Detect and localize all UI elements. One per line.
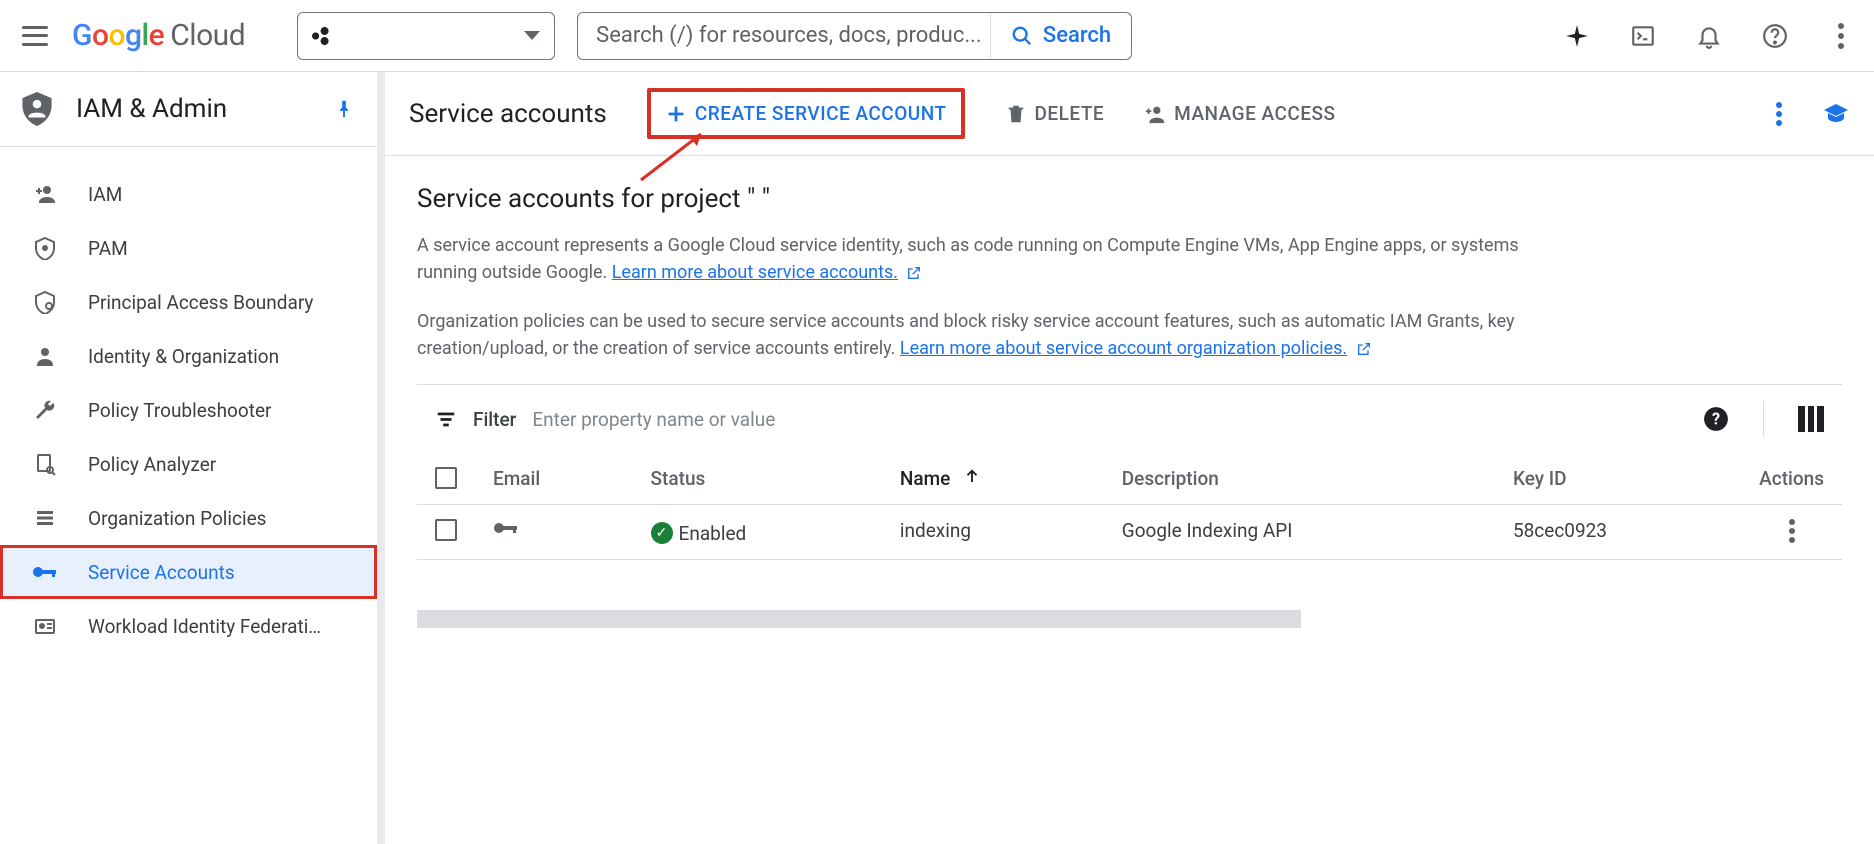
- divider: [1763, 401, 1764, 437]
- search-button[interactable]: Search: [990, 13, 1131, 59]
- col-keyid[interactable]: Key ID: [1495, 453, 1741, 505]
- spark-icon[interactable]: [1564, 23, 1590, 49]
- google-cloud-logo[interactable]: Google Cloud: [72, 18, 245, 53]
- row-actions-menu[interactable]: [1789, 519, 1795, 543]
- sort-asc-icon: [963, 467, 981, 485]
- sidebar-item-pab[interactable]: Principal Access Boundary: [0, 275, 377, 329]
- description-1: A service account represents a Google Cl…: [417, 232, 1537, 286]
- help-icon[interactable]: [1762, 23, 1788, 49]
- page-title: Service accounts: [409, 99, 607, 129]
- wrench-icon: [32, 397, 58, 423]
- create-service-account-button[interactable]: CREATE SERVICE ACCOUNT: [647, 88, 965, 139]
- status-badge: ✓ Enabled: [651, 522, 747, 545]
- content: Service accounts CREATE SERVICE ACCOUNT …: [385, 72, 1874, 844]
- sidebar-item-troubleshooter[interactable]: Policy Troubleshooter: [0, 383, 377, 437]
- col-actions: Actions: [1741, 453, 1842, 505]
- horizontal-scrollbar[interactable]: [417, 610, 1301, 628]
- pin-icon[interactable]: [333, 96, 355, 122]
- logo-google: Google: [72, 18, 164, 53]
- column-display-icon[interactable]: [1798, 406, 1824, 432]
- row-checkbox[interactable]: [435, 519, 457, 541]
- col-description[interactable]: Description: [1104, 453, 1495, 505]
- col-name[interactable]: Name: [882, 453, 1104, 505]
- project-icon: [312, 27, 330, 45]
- manage-access-button[interactable]: MANAGE ACCESS: [1144, 102, 1335, 125]
- external-link-icon: [906, 265, 922, 281]
- filter-input[interactable]: Enter property name or value: [532, 408, 1687, 431]
- sidebar-item-pam[interactable]: PAM: [0, 221, 377, 275]
- filter-icon: [435, 408, 457, 430]
- page-action-bar: Service accounts CREATE SERVICE ACCOUNT …: [385, 72, 1874, 156]
- shield-icon: [32, 235, 58, 261]
- sidebar-header: IAM & Admin: [0, 72, 377, 147]
- top-icon-row: [1564, 23, 1854, 49]
- service-accounts-table: Filter Enter property name or value ? Em…: [417, 384, 1842, 628]
- logo-cloud: Cloud: [170, 18, 245, 53]
- search-bar[interactable]: Search (/) for resources, docs, produc..…: [577, 12, 1132, 60]
- select-all-checkbox[interactable]: [435, 467, 457, 489]
- table-row[interactable]: ✓ Enabled indexing Google Indexing API 5…: [417, 505, 1842, 560]
- main-content: Service accounts for project " " A servi…: [385, 156, 1874, 656]
- plus-icon: [665, 103, 687, 125]
- filter-label: Filter: [473, 408, 516, 431]
- cloud-shell-icon[interactable]: [1630, 23, 1656, 49]
- top-bar: Google Cloud Search (/) for resources, d…: [0, 0, 1874, 72]
- person-plus-icon: [32, 181, 58, 207]
- sidebar-item-iam[interactable]: IAM: [0, 167, 377, 221]
- iam-admin-icon: [22, 92, 52, 126]
- sidebar-nav: IAM PAM Principal Access Boundary Identi…: [0, 147, 377, 673]
- page-more-icon[interactable]: [1776, 102, 1782, 126]
- external-link-icon: [1356, 341, 1372, 357]
- row-description: Google Indexing API: [1104, 505, 1495, 560]
- search-placeholder: Search (/) for resources, docs, produc..…: [596, 23, 990, 48]
- learn-more-org-policies-link[interactable]: Learn more about service account organiz…: [900, 338, 1347, 359]
- delete-button[interactable]: DELETE: [1005, 102, 1105, 125]
- sidebar-item-orgpolicies[interactable]: Organization Policies: [0, 491, 377, 545]
- sidebar-item-service-accounts[interactable]: Service Accounts: [0, 545, 377, 599]
- sidebar: IAM & Admin IAM PAM Principal Access Bou…: [0, 72, 385, 844]
- chevron-down-icon: [524, 31, 540, 40]
- sidebar-item-analyzer[interactable]: Policy Analyzer: [0, 437, 377, 491]
- learn-icon[interactable]: [1822, 102, 1850, 126]
- description-2: Organization policies can be used to sec…: [417, 308, 1537, 362]
- account-icon: [32, 343, 58, 369]
- sidebar-item-wif[interactable]: Workload Identity Federati…: [0, 599, 377, 653]
- id-card-icon: [32, 613, 58, 639]
- more-icon[interactable]: [1828, 23, 1854, 49]
- filter-help-icon[interactable]: ?: [1703, 406, 1729, 432]
- col-email[interactable]: Email: [475, 453, 633, 505]
- sidebar-title: IAM & Admin: [76, 94, 309, 124]
- list-icon: [32, 505, 58, 531]
- person-plus-icon: [1144, 103, 1166, 125]
- notifications-icon[interactable]: [1696, 23, 1722, 49]
- shield-outline-icon: [32, 289, 58, 315]
- key-icon: [32, 559, 58, 585]
- row-keyid: 58cec0923: [1495, 505, 1741, 560]
- svg-text:?: ?: [1712, 409, 1720, 428]
- search-icon: [1011, 25, 1033, 47]
- project-selector[interactable]: [297, 12, 555, 60]
- table-header-row: Email Status Name Description Key ID Act…: [417, 453, 1842, 505]
- check-circle-icon: ✓: [651, 522, 673, 544]
- trash-icon: [1005, 103, 1027, 125]
- sidebar-item-identity[interactable]: Identity & Organization: [0, 329, 377, 383]
- service-account-key-icon: [493, 519, 521, 537]
- doc-search-icon: [32, 451, 58, 477]
- menu-icon[interactable]: [20, 21, 50, 51]
- learn-more-service-accounts-link[interactable]: Learn more about service accounts.: [612, 262, 898, 283]
- page-subtitle: Service accounts for project " ": [417, 184, 1842, 214]
- col-status[interactable]: Status: [633, 453, 882, 505]
- filter-bar: Filter Enter property name or value ?: [417, 385, 1842, 453]
- row-name: indexing: [882, 505, 1104, 560]
